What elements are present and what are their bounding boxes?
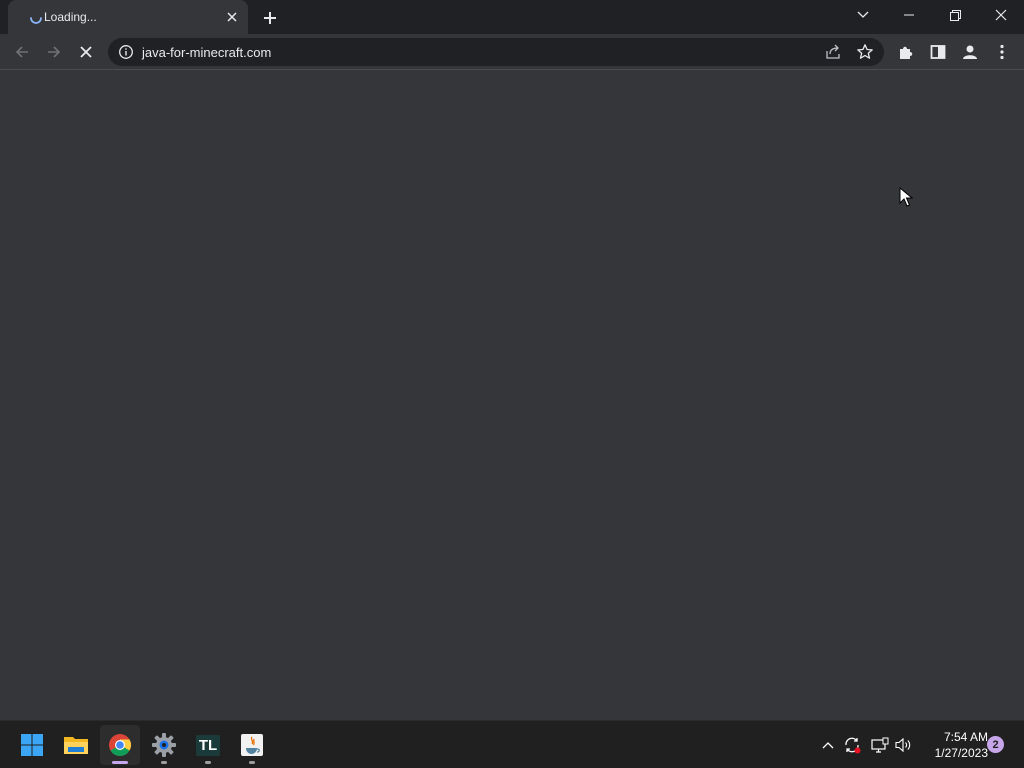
clock-date: 1/27/2023 [934, 746, 988, 760]
url-text[interactable]: java-for-minecraft.com [142, 45, 271, 60]
chevron-down-icon [857, 11, 869, 18]
window-close-button[interactable] [978, 0, 1024, 30]
notification-badge[interactable]: 2 [987, 736, 1004, 753]
network-icon [871, 737, 889, 753]
running-app-indicator [161, 761, 167, 764]
show-hidden-icons-button[interactable] [818, 735, 838, 755]
volume-tray-button[interactable] [894, 735, 914, 755]
forward-button[interactable] [40, 38, 68, 66]
sync-tray-button[interactable] [842, 735, 862, 755]
taskbar-java[interactable] [232, 725, 272, 765]
tab-strip: Loading... [0, 0, 1024, 34]
network-tray-button[interactable] [870, 735, 890, 755]
tl-icon: TL [195, 734, 221, 756]
chrome-icon [109, 734, 131, 756]
close-icon [80, 46, 92, 58]
sync-icon [845, 737, 861, 754]
taskbar-clock[interactable]: 7:54 AM 1/27/2023 [918, 729, 988, 761]
taskbar-chrome[interactable] [100, 725, 140, 765]
tab-search-button[interactable] [840, 0, 886, 30]
mouse-pointer-icon [899, 187, 913, 207]
chevron-up-icon [822, 742, 834, 749]
tab-title: Loading... [44, 10, 97, 24]
person-icon [963, 45, 977, 59]
running-app-indicator [205, 761, 211, 764]
side-panel-button[interactable] [924, 38, 952, 66]
close-icon [995, 9, 1007, 21]
loading-spinner-icon [30, 17, 42, 24]
arrow-left-icon [15, 46, 28, 58]
running-app-indicator [249, 761, 255, 764]
restore-button[interactable] [932, 0, 978, 30]
minimize-button[interactable] [886, 0, 932, 30]
volume-icon [895, 737, 911, 753]
taskbar-file-explorer[interactable] [56, 725, 96, 765]
plus-icon [264, 12, 276, 24]
profile-button[interactable] [956, 38, 984, 66]
java-icon [241, 734, 263, 756]
browser-toolbar: java-for-minecraft.com [0, 34, 1024, 70]
address-bar[interactable]: java-for-minecraft.com [108, 38, 884, 66]
tab-close-button[interactable] [222, 7, 242, 27]
back-button[interactable] [8, 38, 36, 66]
clock-time: 7:54 AM [943, 730, 988, 744]
taskbar-settings[interactable] [144, 725, 184, 765]
active-app-indicator [112, 761, 128, 764]
kebab-menu-icon [1000, 44, 1004, 60]
arrow-right-icon [48, 46, 61, 58]
browser-tab[interactable]: Loading... [8, 0, 248, 34]
close-icon [227, 12, 237, 22]
stop-loading-button[interactable] [72, 38, 100, 66]
new-tab-button[interactable] [258, 6, 282, 30]
folder-icon [64, 737, 88, 754]
taskbar-tl-launcher[interactable]: TL [188, 725, 228, 765]
extensions-button[interactable] [892, 38, 920, 66]
taskbar: TL 7:54 AM 1/27/2023 2 [0, 720, 1024, 768]
side-panel-icon [930, 45, 946, 59]
minimize-icon [904, 14, 914, 16]
page-viewport[interactable] [0, 71, 1024, 720]
chrome-menu-button[interactable] [988, 38, 1016, 66]
info-icon[interactable] [118, 44, 134, 60]
gear-icon [152, 733, 176, 757]
puzzle-icon [900, 46, 913, 59]
star-icon[interactable] [856, 43, 874, 61]
start-button[interactable] [12, 725, 52, 765]
share-icon[interactable] [824, 43, 842, 61]
restore-icon [949, 9, 961, 21]
windows-icon [21, 734, 43, 756]
